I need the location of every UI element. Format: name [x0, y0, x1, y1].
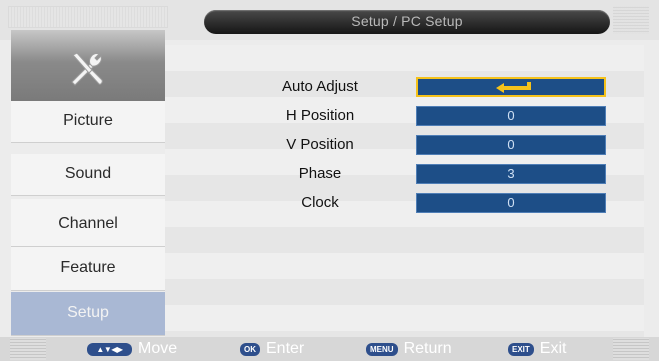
- sidebar: Picture Sound Channel Feature Setup: [11, 30, 165, 336]
- h-position-value[interactable]: 0: [416, 106, 606, 126]
- panel-band: [165, 253, 644, 279]
- panel-band: [165, 305, 644, 331]
- ok-key-icon: OK: [240, 342, 260, 356]
- sidebar-item-label: Feature: [60, 259, 116, 276]
- sidebar-item-channel[interactable]: Channel: [11, 199, 165, 247]
- bottom-hint-bar: ▲▼◀▶ Move OK Enter MENU Return EXIT Exit: [0, 337, 659, 361]
- hint-label: Move: [138, 340, 178, 357]
- auto-adjust-button[interactable]: [416, 77, 606, 97]
- top-left-decoration: [8, 6, 168, 28]
- hint-return: MENU Return: [366, 339, 452, 359]
- hint-move: ▲▼◀▶ Move: [87, 339, 177, 359]
- panel-band: [165, 45, 644, 71]
- page-title: Setup / PC Setup: [351, 13, 463, 29]
- setting-label: H Position: [285, 107, 355, 124]
- clock-value[interactable]: 0: [416, 193, 606, 213]
- tools-icon: [71, 52, 103, 86]
- sidebar-item-picture[interactable]: Picture: [11, 101, 165, 143]
- sidebar-item-label: Setup: [67, 304, 109, 321]
- setting-row-phase[interactable]: Phase 3: [165, 162, 644, 186]
- panel-band: [165, 279, 644, 305]
- panel-band: [165, 227, 644, 253]
- bottom-right-decoration: [613, 338, 649, 360]
- setting-label: Phase: [298, 165, 342, 182]
- phase-value[interactable]: 3: [416, 164, 606, 184]
- setting-row-clock[interactable]: Clock 0: [165, 191, 644, 215]
- v-position-value[interactable]: 0: [416, 135, 606, 155]
- setting-label: Auto Adjust: [282, 78, 358, 95]
- hint-label: Return: [403, 340, 452, 357]
- sidebar-item-label: Picture: [63, 112, 113, 129]
- sidebar-item-feature[interactable]: Feature: [11, 247, 165, 291]
- sidebar-item-sound[interactable]: Sound: [11, 154, 165, 196]
- setting-label: Clock: [301, 194, 339, 211]
- hint-exit: EXIT Exit: [508, 339, 566, 359]
- setting-row-v-position[interactable]: V Position 0: [165, 133, 644, 157]
- bottom-left-decoration: [10, 338, 46, 360]
- settings-panel: Auto Adjust H Position 0 V Position 0 Ph…: [165, 45, 644, 337]
- hint-enter: OK Enter: [240, 339, 304, 359]
- title-bar: Setup / PC Setup: [204, 10, 610, 34]
- sidebar-item-setup[interactable]: Setup: [11, 292, 165, 336]
- exit-key-icon: EXIT: [508, 342, 534, 356]
- top-right-decoration: [613, 6, 649, 34]
- enter-arrow-icon: [496, 82, 531, 93]
- setting-row-auto-adjust[interactable]: Auto Adjust: [165, 75, 644, 99]
- hint-label: Exit: [539, 340, 567, 357]
- setting-row-h-position[interactable]: H Position 0: [165, 104, 644, 128]
- arrow-keys-icon: ▲▼◀▶: [87, 342, 132, 356]
- setting-label: V Position: [286, 136, 354, 153]
- sidebar-header: [11, 30, 165, 101]
- tv-osd-screen: Setup / PC Setup Picture Sound Channel F…: [0, 0, 659, 361]
- menu-key-icon: MENU: [366, 342, 398, 356]
- hint-label: Enter: [266, 340, 305, 357]
- sidebar-item-label: Channel: [58, 215, 118, 232]
- sidebar-item-label: Sound: [64, 165, 112, 182]
